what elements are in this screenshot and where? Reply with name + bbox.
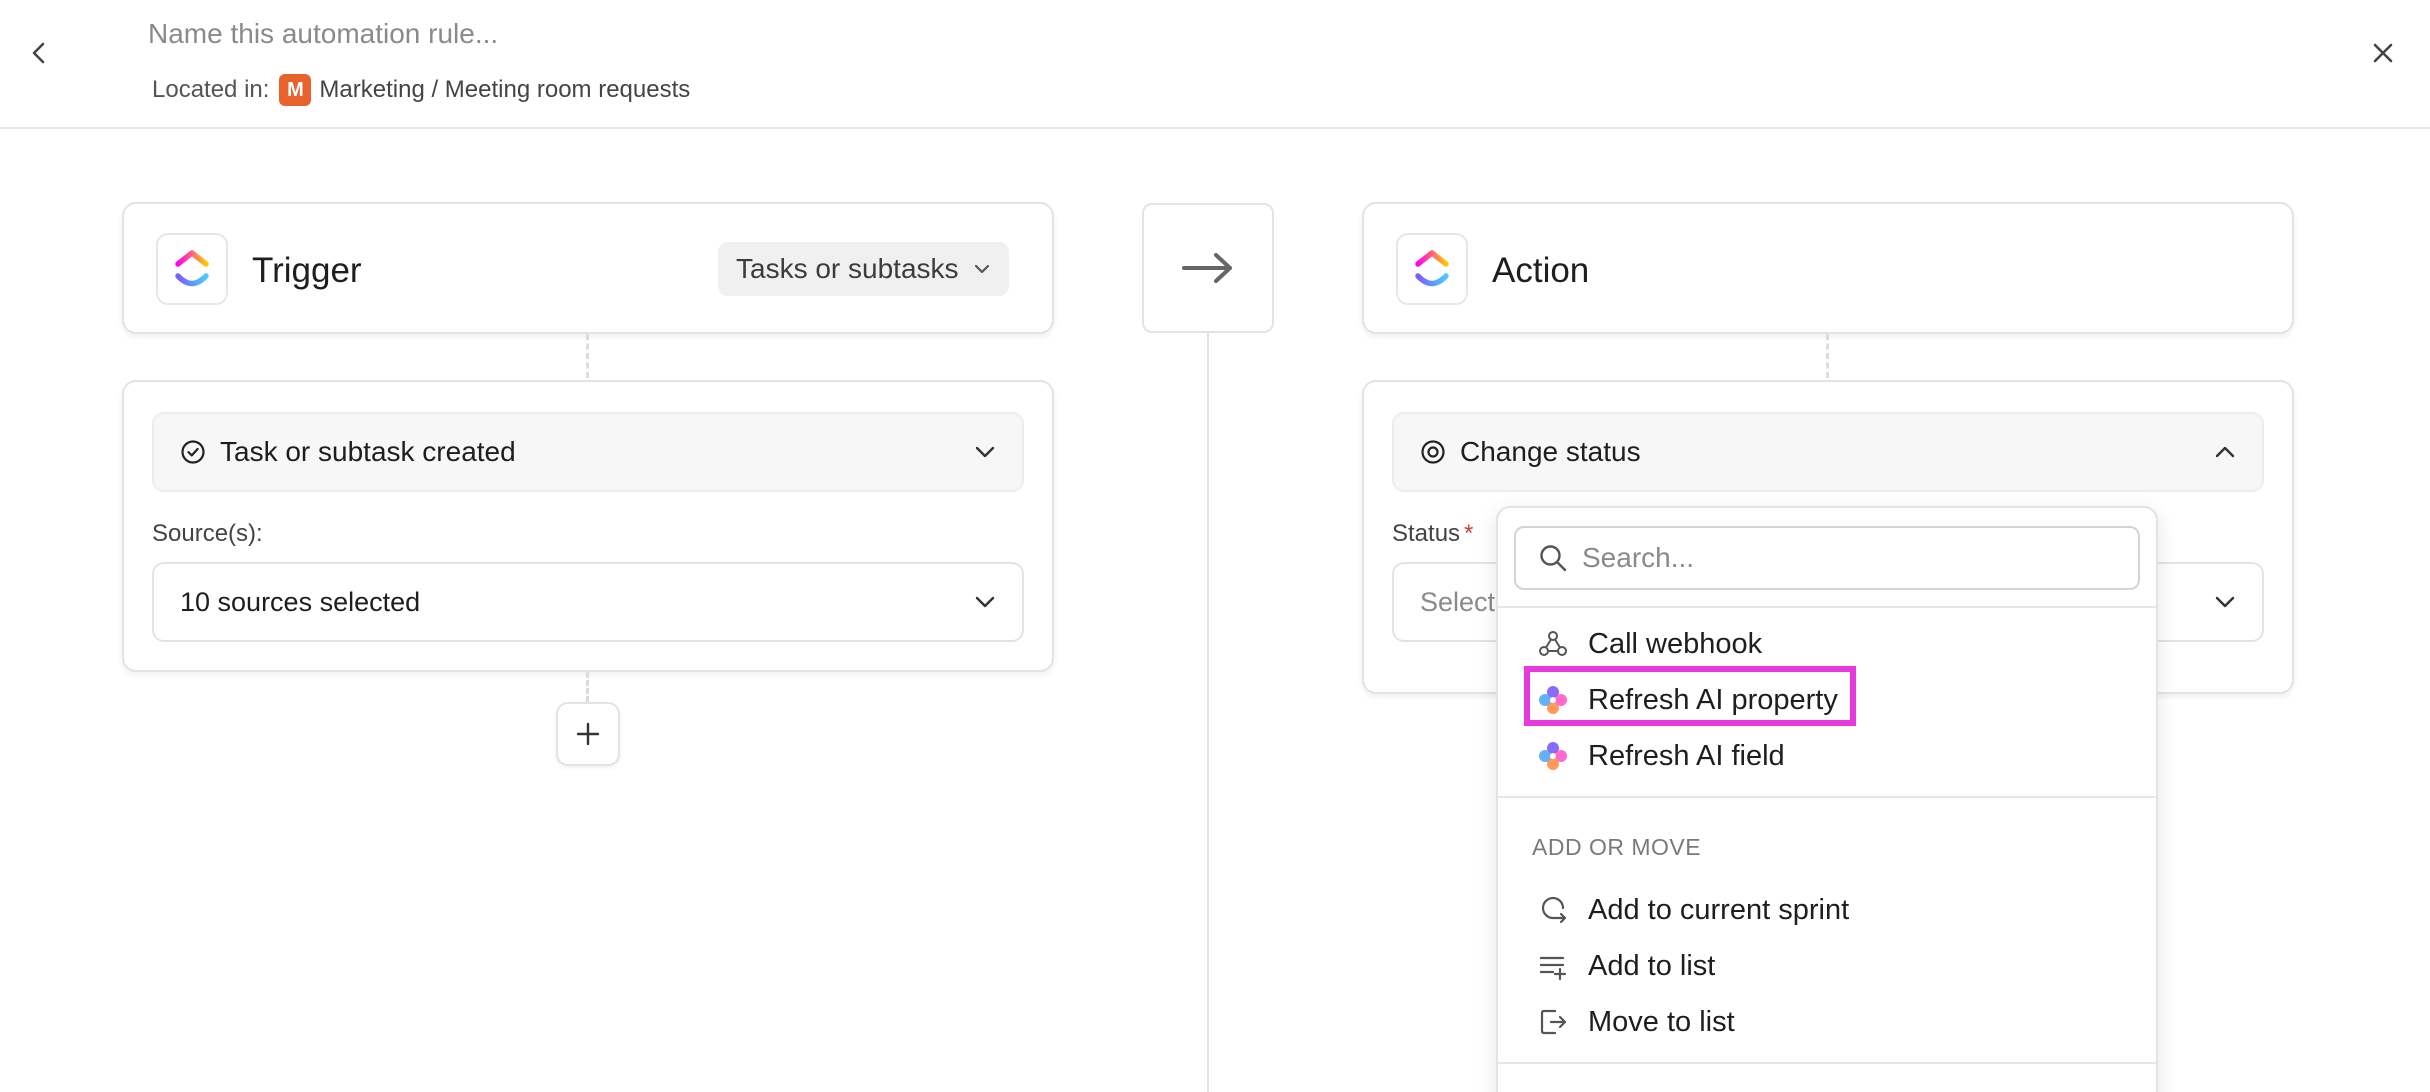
- highlight-box: [1524, 666, 1856, 726]
- trigger-title: Trigger: [252, 251, 362, 290]
- rule-header: Located in: M Marketing / Meeting room r…: [0, 0, 2430, 129]
- chevron-down-icon: [2215, 596, 2235, 608]
- source-label: Source(s):: [152, 520, 263, 547]
- action-options-dropdown: Call webhook Refresh AI property Refresh…: [1496, 506, 2158, 1092]
- dropdown-search[interactable]: [1514, 526, 2140, 590]
- trigger-card: Trigger Tasks or subtasks: [122, 202, 1054, 334]
- dropdown-divider: [1498, 1062, 2156, 1064]
- location-breadcrumb: Located in: M Marketing / Meeting room r…: [152, 74, 690, 106]
- option-move-to-list[interactable]: Move to list: [1498, 996, 2156, 1048]
- trigger-connector: [586, 334, 589, 378]
- option-label: Refresh AI field: [1588, 739, 1785, 772]
- back-button[interactable]: [22, 36, 56, 70]
- required-mark: *: [1464, 520, 1474, 547]
- trigger-type-select[interactable]: Tasks or subtasks: [718, 242, 1009, 296]
- move-to-list-icon: [1540, 1009, 1567, 1035]
- webhook-icon: [1539, 631, 1567, 656]
- source-select[interactable]: 10 sources selected: [152, 562, 1024, 642]
- action-card: Action: [1362, 202, 2294, 334]
- option-add-to-list[interactable]: Add to list: [1498, 940, 2156, 992]
- chevron-down-icon: [974, 264, 989, 274]
- add-trigger-condition-button[interactable]: [556, 702, 620, 766]
- option-refresh-ai-field[interactable]: Refresh AI field: [1498, 730, 2156, 782]
- action-title: Action: [1492, 251, 1590, 290]
- location-path[interactable]: Marketing / Meeting room requests: [319, 76, 690, 104]
- option-label: Call webhook: [1588, 627, 1763, 660]
- flow-line: [1207, 333, 1209, 1092]
- action-connector: [1826, 334, 1829, 378]
- app-logo: [156, 233, 228, 305]
- dropdown-divider: [1498, 606, 2156, 608]
- list-add-icon: [1539, 956, 1567, 981]
- trigger-detail-card: Task or subtask created Source(s): 10 so…: [122, 380, 1054, 672]
- app-logo: [1396, 233, 1468, 305]
- clickup-logo-icon: [1415, 250, 1449, 287]
- add-connector: [586, 672, 589, 702]
- flow-arrow: [1142, 203, 1274, 333]
- rule-name-input[interactable]: [148, 12, 1348, 56]
- option-add-to-current-sprint[interactable]: Add to current sprint: [1498, 884, 2156, 936]
- chevron-down-icon: [975, 446, 995, 458]
- action-type-label: Change status: [1460, 436, 1641, 467]
- section-heading-add-or-move: ADD OR MOVE: [1532, 834, 1702, 860]
- option-label: Add to list: [1588, 949, 1716, 982]
- check-circle-icon: [181, 440, 205, 464]
- clickup-logo-icon: [175, 250, 209, 287]
- status-label-text: Status: [1392, 520, 1461, 547]
- close-button[interactable]: [2366, 36, 2400, 70]
- status-label: Status *: [1392, 520, 1473, 548]
- trigger-event-select[interactable]: Task or subtask created: [152, 412, 1024, 492]
- chevron-left-icon: [32, 42, 45, 64]
- plus-icon: [576, 722, 600, 746]
- dropdown-search-input[interactable]: [1582, 542, 2122, 574]
- chevron-down-icon: [975, 596, 995, 608]
- status-circle-icon: [1421, 440, 1445, 464]
- option-label: Move to list: [1588, 1005, 1735, 1038]
- option-call-webhook[interactable]: Call webhook: [1498, 618, 2156, 670]
- space-badge: M: [279, 74, 312, 106]
- status-placeholder: Select: [1420, 586, 1496, 617]
- sprint-icon: [1541, 896, 1567, 924]
- trigger-type-label: Tasks or subtasks: [736, 253, 959, 284]
- close-icon: [2373, 43, 2393, 63]
- arrow-right-icon: [1182, 253, 1232, 283]
- search-icon: [1540, 545, 1567, 572]
- source-value: 10 sources selected: [180, 586, 421, 617]
- trigger-event-label: Task or subtask created: [220, 436, 516, 467]
- option-label: Add to current sprint: [1588, 893, 1850, 926]
- located-in-label: Located in:: [152, 76, 270, 103]
- ai-sparkle-icon: [1539, 742, 1567, 770]
- action-type-select[interactable]: Change status: [1392, 412, 2264, 492]
- dropdown-divider: [1498, 796, 2156, 798]
- chevron-up-icon: [2215, 446, 2235, 458]
